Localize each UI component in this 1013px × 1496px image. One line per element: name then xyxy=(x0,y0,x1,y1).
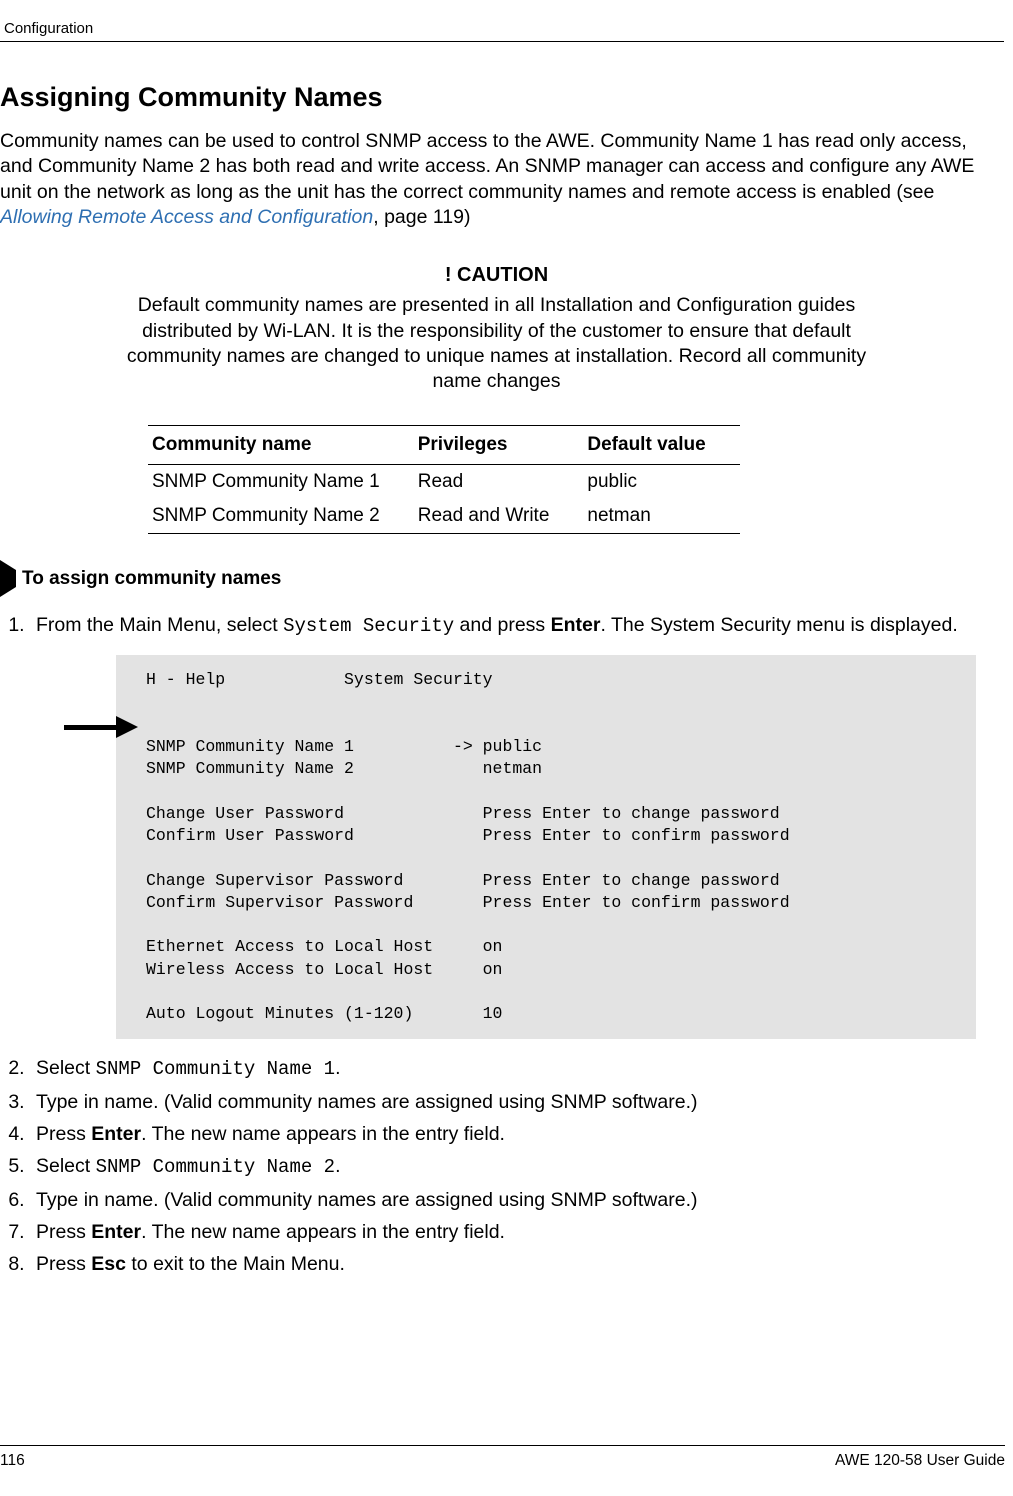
caution-block: ! CAUTION Default community names are pr… xyxy=(112,264,882,394)
procedure-heading: To assign community names xyxy=(22,568,281,590)
step-text: Press xyxy=(36,1253,91,1275)
step-item: Press Esc to exit to the Main Menu. xyxy=(30,1249,993,1279)
table-header: Privileges xyxy=(414,425,584,464)
table-row: SNMP Community Name 1 Read public xyxy=(148,464,740,499)
step-text: Type in name. (Valid community names are… xyxy=(36,1189,698,1211)
step-text: and press xyxy=(454,614,550,636)
step-item: Type in name. (Valid community names are… xyxy=(30,1185,993,1215)
intro-prefix: Community names can be used to control S… xyxy=(0,130,974,203)
community-table: Community name Privileges Default value … xyxy=(148,425,740,534)
table-cell: SNMP Community Name 2 xyxy=(148,499,414,534)
section-title: Assigning Community Names xyxy=(0,82,993,113)
code-text: SNMP Community Name 1 xyxy=(96,1058,335,1080)
steps-list: From the Main Menu, select System Securi… xyxy=(0,610,993,1280)
table-header: Default value xyxy=(583,425,739,464)
step-text: . The new name appears in the entry fiel… xyxy=(141,1123,505,1145)
caution-text: Default community names are presented in… xyxy=(112,293,882,394)
step-text: Select xyxy=(36,1155,96,1177)
step-text: . The new name appears in the entry fiel… xyxy=(141,1221,505,1243)
doc-title: AWE 120-58 User Guide xyxy=(835,1452,1005,1470)
page-footer: 116 AWE 120-58 User Guide xyxy=(0,1445,1005,1470)
table-cell: Read xyxy=(414,464,584,499)
running-header: Configuration xyxy=(0,20,1004,42)
key-name: Enter xyxy=(91,1221,141,1243)
step-text: . xyxy=(335,1155,340,1177)
step-item: Press Enter. The new name appears in the… xyxy=(30,1217,993,1247)
code-text: System Security xyxy=(283,615,454,637)
table-cell: Read and Write xyxy=(414,499,584,534)
terminal-wrap: H - Help System Security SNMP Community … xyxy=(116,655,976,1039)
arrow-annotation-icon xyxy=(64,717,138,737)
step-text: From the Main Menu, select xyxy=(36,614,283,636)
pentagon-bullet-icon xyxy=(0,570,22,588)
code-text: SNMP Community Name 2 xyxy=(96,1156,335,1178)
step-text: Type in name. (Valid community names are… xyxy=(36,1091,698,1113)
terminal-screen: H - Help System Security SNMP Community … xyxy=(116,655,976,1039)
key-name: Enter xyxy=(551,614,601,636)
table-cell: SNMP Community Name 1 xyxy=(148,464,414,499)
key-name: Enter xyxy=(91,1123,141,1145)
intro-paragraph: Community names can be used to control S… xyxy=(0,129,993,230)
cross-ref-link[interactable]: Allowing Remote Access and Configuration xyxy=(0,206,373,228)
table-header: Community name xyxy=(148,425,414,464)
key-name: Esc xyxy=(91,1253,126,1275)
step-item: Type in name. (Valid community names are… xyxy=(30,1087,993,1117)
step-text: Press xyxy=(36,1123,91,1145)
step-text: . The System Security menu is displayed. xyxy=(600,614,957,636)
step-item: Select SNMP Community Name 2. xyxy=(30,1151,993,1182)
step-text: Select xyxy=(36,1057,96,1079)
intro-suffix: , page 119) xyxy=(373,206,470,228)
table-row: SNMP Community Name 2 Read and Write net… xyxy=(148,499,740,534)
step-text: Press xyxy=(36,1221,91,1243)
step-item: Press Enter. The new name appears in the… xyxy=(30,1119,993,1149)
step-text: . xyxy=(335,1057,340,1079)
procedure-heading-row: To assign community names xyxy=(0,568,993,590)
step-item: From the Main Menu, select System Securi… xyxy=(30,610,993,1040)
page-number: 116 xyxy=(0,1452,25,1470)
step-item: Select SNMP Community Name 1. xyxy=(30,1053,993,1084)
caution-title: ! CAUTION xyxy=(112,264,882,287)
table-cell: public xyxy=(583,464,739,499)
step-text: to exit to the Main Menu. xyxy=(126,1253,345,1275)
table-cell: netman xyxy=(583,499,739,534)
